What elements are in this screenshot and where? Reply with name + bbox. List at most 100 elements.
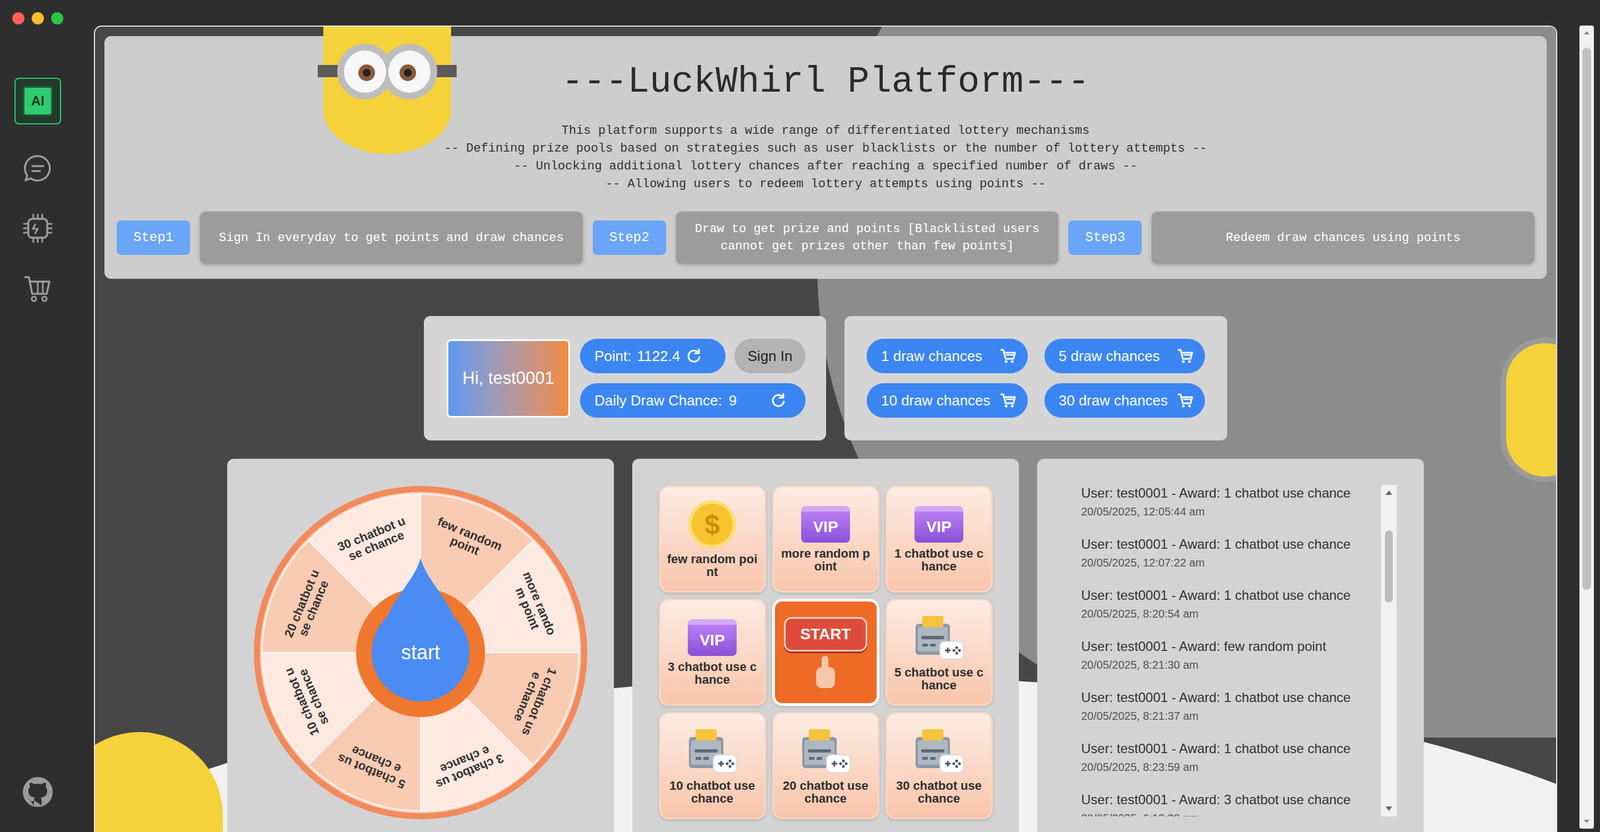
- step-button[interactable]: Step3: [1068, 220, 1142, 255]
- description-line: -- Defining prize pools based on strateg…: [443, 140, 1207, 158]
- minimize-dot[interactable]: [31, 12, 44, 25]
- close-dot[interactable]: [12, 12, 25, 25]
- zoom-dot[interactable]: [51, 12, 64, 25]
- step-card: Sign In everyday to get points and draw …: [200, 211, 583, 264]
- minion-decoration: [312, 26, 463, 154]
- award-text: User: test0001 - Award: 1 chatbot use ch…: [1081, 587, 1382, 604]
- step-text: Redeem draw chances using points: [1225, 229, 1460, 247]
- vip-ticket-icon: VIP: [801, 506, 850, 543]
- step-button[interactable]: Step2: [592, 220, 667, 255]
- buy-draws-button[interactable]: 1 draw chances: [866, 338, 1028, 374]
- window-controls: [12, 12, 64, 25]
- steps-row: Step1 Sign In everyday to get points and …: [116, 211, 1535, 264]
- coin-icon: $: [688, 500, 737, 549]
- prize-label: 20 chatbot use chance: [778, 779, 874, 805]
- history-entry: User: test0001 - Award: 3 chatbot use ch…: [1081, 792, 1382, 817]
- minion-decoration: [93, 732, 223, 832]
- prize-label: 5 chatbot use chance: [891, 666, 987, 692]
- github-icon: [21, 775, 55, 809]
- step-card: Draw to get prize and points [Blackliste…: [676, 211, 1059, 264]
- award-text: User: test0001 - Award: 1 chatbot use ch…: [1081, 690, 1382, 706]
- draw-chance-pill[interactable]: Daily Draw Chance:9: [580, 383, 806, 418]
- prize-label: 1 chatbot use chance: [891, 547, 987, 573]
- buy-draws-button[interactable]: 10 draw chances: [866, 383, 1028, 418]
- vip-text: VIP: [699, 632, 725, 649]
- history-entry: User: test0001 - Award: 1 chatbot use ch…: [1081, 587, 1382, 621]
- step-button[interactable]: Step1: [116, 220, 190, 255]
- header-panel: ---LuckWhirl Platform---This platform su…: [104, 36, 1547, 279]
- description-line: -- Unlocking additional lottery chances …: [513, 157, 1138, 176]
- start-label[interactable]: START: [800, 622, 851, 647]
- prize-cell[interactable]: START: [772, 598, 880, 707]
- cart-icon: [998, 347, 1017, 365]
- prize-wheel[interactable]: few random pointmore random point1 chatb…: [253, 486, 588, 820]
- greeting-card: Hi, test0001: [446, 339, 570, 418]
- prize-cell: VIP more random point: [772, 485, 880, 593]
- prize-cell: 20 chatbot use chance: [772, 712, 880, 820]
- history-entry: User: test0001 - Award: 1 chatbot use ch…: [1081, 741, 1382, 774]
- award-text: User: test0001 - Award: 1 chatbot use ch…: [1081, 536, 1382, 553]
- history-entry: User: test0001 - Award: 1 chatbot use ch…: [1081, 690, 1382, 723]
- game-machine-icon: [912, 613, 966, 662]
- points-label: Point:: [594, 345, 632, 368]
- sidebar-item[interactable]: AI: [14, 77, 62, 125]
- platform-title: ---LuckWhirl Platform---: [561, 60, 1090, 105]
- description-line: -- Allowing users to redeem lottery atte…: [605, 175, 1046, 194]
- step-text: Sign In everyday to get points and draw …: [218, 229, 564, 247]
- page-scroll-thumb[interactable]: [1582, 47, 1592, 590]
- history-panel: User: test0001 - Award: 1 chatbot use ch…: [1037, 458, 1424, 832]
- step-text: Draw to get prize and points [Blackliste…: [691, 220, 1044, 255]
- user-panel: Hi, test0001 Point:1122.4Sign In Daily Dra…: [423, 316, 827, 441]
- award-time: 20/05/2025, 6:13:30 pm: [1081, 811, 1382, 817]
- vip-text: VIP: [926, 519, 952, 535]
- award-time: 20/05/2025, 8:20:54 am: [1081, 607, 1382, 621]
- vip-ticket-icon: VIP: [914, 506, 964, 543]
- start-button[interactable]: START: [783, 617, 868, 652]
- sign-in-button[interactable]: Sign In: [734, 338, 806, 374]
- sidebar-item[interactable]: [14, 265, 62, 312]
- frame: ---LuckWhirl Platform---This platform su…: [93, 25, 1558, 832]
- scroll-down-icon: [1381, 801, 1397, 817]
- content: ---LuckWhirl Platform---This platform su…: [95, 26, 1557, 832]
- award-time: 20/05/2025, 8:21:37 am: [1081, 709, 1382, 723]
- header-text: ---LuckWhirl Platform---This platform su…: [116, 60, 1535, 194]
- minion-decoration: [1500, 337, 1558, 483]
- cart-icon: [1176, 391, 1194, 410]
- prize-label: more random point: [778, 547, 874, 573]
- prize-cell: VIP 3 chatbot use chance: [658, 598, 767, 707]
- hand-icon: [813, 656, 838, 689]
- sidebar-item[interactable]: [14, 205, 62, 252]
- prize-label: 3 chatbot use chance: [665, 660, 760, 687]
- chip-icon: [21, 211, 55, 245]
- buy-draws-button[interactable]: 5 draw chances: [1044, 338, 1206, 374]
- buy-draws-button[interactable]: 30 draw chances: [1044, 383, 1206, 418]
- page-scrollbar[interactable]: [1579, 25, 1594, 829]
- vip-text: VIP: [812, 519, 838, 535]
- award-text: User: test0001 - Award: 1 chatbot use ch…: [1081, 485, 1382, 502]
- buy-label: 5 draw chances: [1058, 345, 1160, 368]
- history-scrollbar[interactable]: [1381, 485, 1397, 817]
- minion-icon: [312, 26, 463, 154]
- cart-icon: [21, 271, 55, 305]
- buy-label: 10 draw chances: [881, 390, 991, 412]
- history-entry: User: test0001 - Award: 1 chatbot use ch…: [1081, 536, 1382, 570]
- prize-label: few random point: [665, 552, 760, 579]
- grid-panel: $few random pointVIPmore random pointVIP…: [632, 458, 1019, 832]
- game-machine-icon: [798, 727, 853, 775]
- award-text: User: test0001 - Award: few random point: [1081, 638, 1382, 655]
- history-list: User: test0001 - Award: 1 chatbot use ch…: [1081, 485, 1382, 817]
- buy-label: 1 draw chances: [881, 345, 983, 368]
- account-row: Hi, test0001 Point:1122.4Sign In Daily Dra…: [104, 316, 1547, 441]
- github-link[interactable]: [20, 774, 56, 810]
- draw-chance-label: Daily Draw Chance:: [594, 390, 723, 412]
- points-pill[interactable]: Point:1122.4: [580, 338, 726, 374]
- sidebar-column: AI: [0, 0, 76, 832]
- refresh-icon: [685, 347, 703, 365]
- chat-icon: [21, 151, 55, 185]
- wheel-start-button[interactable]: start: [371, 603, 470, 702]
- sidebar-item[interactable]: [14, 145, 62, 192]
- award-text: User: test0001 - Award: 1 chatbot use ch…: [1081, 741, 1382, 757]
- history-scroll-thumb[interactable]: [1385, 530, 1393, 603]
- history-entry: User: test0001 - Award: 1 chatbot use ch…: [1081, 485, 1382, 519]
- ai-icon: AI: [22, 86, 53, 117]
